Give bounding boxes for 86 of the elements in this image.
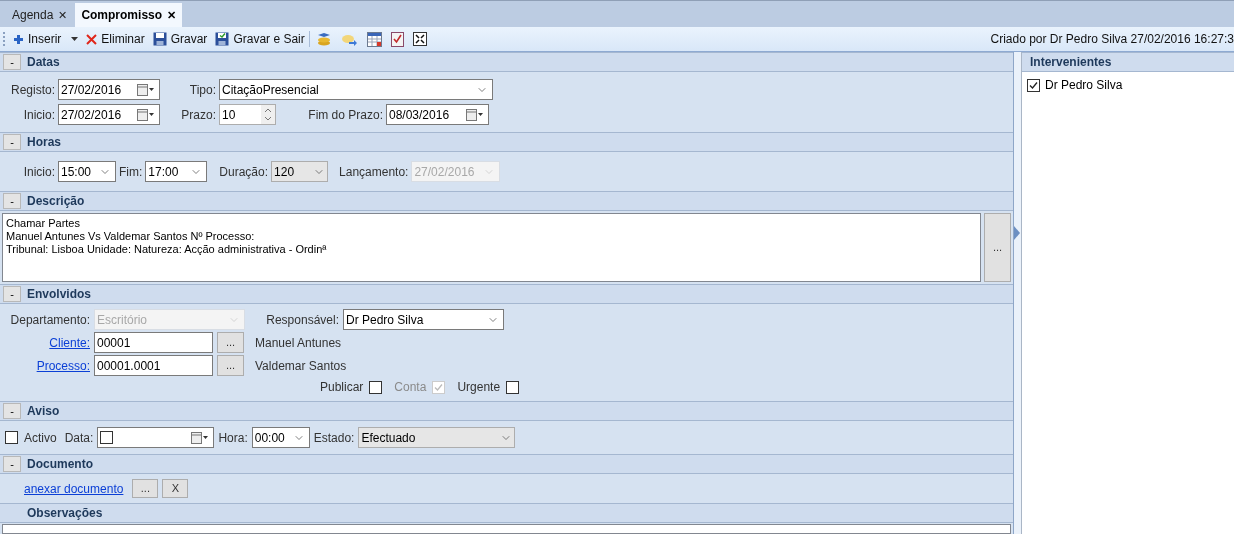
checklist-icon bbox=[390, 31, 404, 47]
entity-name: Valdemar Santos bbox=[255, 357, 347, 375]
tab-close-button[interactable]: ✕ bbox=[167, 6, 177, 24]
tab[interactable]: Compromisso ✕ bbox=[75, 3, 183, 27]
calendar-grid-icon bbox=[366, 31, 382, 47]
section-title: Observações bbox=[27, 505, 103, 522]
tab[interactable]: Agenda ✕ bbox=[6, 3, 74, 27]
collapse-button[interactable]: - bbox=[3, 134, 21, 150]
browse-button[interactable]: X bbox=[162, 479, 189, 498]
spinner-arrows-icon bbox=[261, 105, 275, 124]
field-label: Inicio: bbox=[22, 163, 55, 181]
checkbox-label: Conta bbox=[394, 379, 427, 396]
checkbox[interactable] bbox=[506, 380, 520, 394]
collapse-button[interactable]: - bbox=[3, 193, 21, 209]
expand-arrow-icon[interactable] bbox=[1014, 224, 1020, 242]
panel-title: Intervenientes bbox=[1030, 54, 1112, 71]
created-by-text: Criado por Dr Pedro Silva 27/02/2016 16:27:3 bbox=[990, 31, 1234, 48]
toolbar-button[interactable]: Inserir bbox=[13, 30, 79, 48]
spin-field[interactable]: 10 bbox=[219, 104, 276, 125]
text-field[interactable]: 00001 bbox=[94, 332, 213, 353]
close-icon bbox=[86, 33, 98, 45]
field-label: Responsável: bbox=[265, 311, 339, 329]
collapse-button[interactable]: - bbox=[3, 456, 21, 472]
toolbar-button[interactable]: Gravar e Sair bbox=[215, 30, 305, 48]
field-label: Duração: bbox=[219, 163, 269, 181]
browse-button[interactable]: ... bbox=[132, 479, 159, 498]
date-field[interactable]: 08/03/2016 bbox=[386, 104, 489, 125]
checkbox[interactable] bbox=[1027, 78, 1040, 92]
checkbox-label: Urgente bbox=[457, 379, 501, 396]
combo-field[interactable]: CitaçãoPresencial bbox=[219, 79, 493, 100]
tab-close-button[interactable]: ✕ bbox=[58, 6, 68, 24]
browse-button[interactable]: ... bbox=[217, 355, 244, 376]
date-field[interactable] bbox=[97, 427, 215, 448]
field-label: Tipo: bbox=[188, 81, 216, 99]
collapse-button[interactable]: - bbox=[3, 54, 21, 70]
date-enable-checkbox[interactable] bbox=[100, 431, 114, 444]
field-label: Registo: bbox=[9, 81, 55, 99]
field-label: Fim do Prazo: bbox=[307, 106, 383, 124]
section-title: Aviso bbox=[27, 403, 60, 420]
dropdown-field[interactable]: 120 bbox=[271, 161, 329, 182]
entity-name: Manuel Antunes bbox=[255, 334, 342, 352]
field-label: Lançamento: bbox=[339, 163, 409, 181]
notes-textarea[interactable] bbox=[2, 524, 1011, 534]
section-title: Horas bbox=[27, 134, 61, 151]
section-title: Datas bbox=[27, 54, 60, 71]
checkbox[interactable] bbox=[369, 380, 383, 394]
description-textarea[interactable]: Chamar Partes Manuel Antunes Vs Valdemar Santos Nº Processo: Tribunal: Lisboa Unidade: Natureza: Acção administrativa - Ordinª bbox=[2, 213, 981, 282]
browse-button[interactable]: ... bbox=[217, 332, 244, 353]
checkbox-label: Publicar bbox=[320, 379, 364, 396]
caret-icon bbox=[71, 37, 79, 41]
toolbar-button[interactable]: Eliminar bbox=[86, 30, 145, 48]
expand-arrows-icon bbox=[412, 32, 427, 46]
text-field[interactable]: 00001.0001 bbox=[94, 355, 213, 376]
combo-field[interactable]: Dr Pedro Silva bbox=[343, 309, 504, 330]
field-label: Fim: bbox=[119, 163, 143, 181]
calendar-dropdown-icon bbox=[137, 108, 155, 121]
field-label: Activo bbox=[24, 429, 57, 447]
section-title: Descrição bbox=[27, 193, 85, 210]
combo-field[interactable]: 00:00 bbox=[251, 427, 310, 448]
field-link[interactable]: Cliente: bbox=[49, 335, 90, 350]
calendar-dropdown-icon bbox=[466, 108, 484, 121]
field-label: Departamento: bbox=[9, 311, 90, 329]
combo-field[interactable]: 15:00 bbox=[58, 161, 116, 182]
field-label: Hora: bbox=[218, 429, 248, 447]
collapse-button[interactable]: - bbox=[3, 286, 21, 302]
section-title: Envolvidos bbox=[27, 286, 91, 303]
toolbar-button[interactable]: Gravar bbox=[152, 30, 208, 48]
checkbox[interactable] bbox=[5, 431, 18, 444]
field-label: Inicio: bbox=[22, 106, 55, 124]
calendar-dropdown-icon bbox=[137, 83, 155, 96]
dropdown-field[interactable]: Efectuado bbox=[358, 427, 516, 448]
calendar-dropdown-icon bbox=[191, 431, 210, 444]
field-link[interactable]: Processo: bbox=[36, 358, 90, 373]
plus-icon bbox=[13, 33, 24, 45]
combo-field[interactable]: 17:00 bbox=[145, 161, 208, 182]
coins-icon bbox=[315, 31, 332, 47]
attach-document-link[interactable]: anexar documento bbox=[24, 479, 124, 498]
date-field[interactable]: 27/02/2016 bbox=[58, 79, 160, 100]
collapse-button[interactable]: - bbox=[3, 403, 21, 419]
field-label: Prazo: bbox=[180, 106, 216, 124]
field-label: Estado: bbox=[313, 429, 355, 447]
field-label: Data: bbox=[64, 429, 94, 447]
date-field[interactable]: 27/02/2016 bbox=[58, 104, 160, 125]
participant-name: Dr Pedro Silva bbox=[1045, 77, 1123, 94]
section-title: Documento bbox=[27, 456, 93, 473]
browse-button[interactable]: ... bbox=[984, 213, 1011, 282]
